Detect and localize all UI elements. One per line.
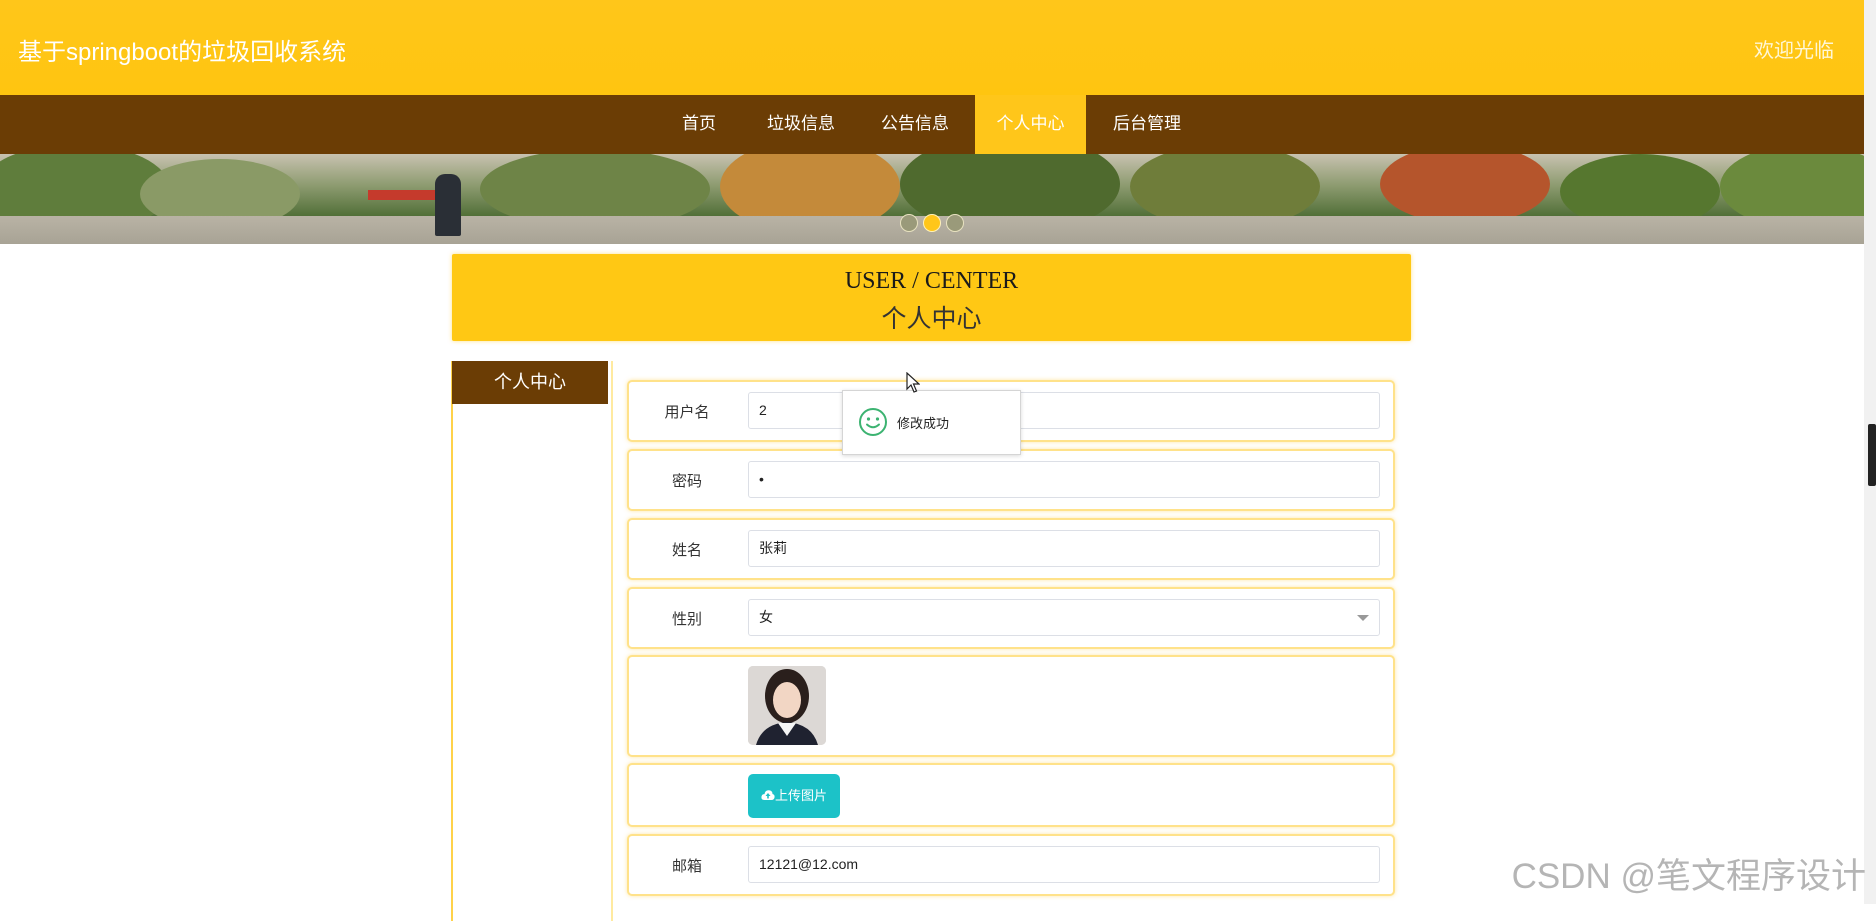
form-row-photo <box>627 655 1395 757</box>
nav-announcements[interactable]: 公告信息 <box>871 95 959 154</box>
sidebar-panel <box>451 361 613 921</box>
mouse-cursor-icon <box>906 372 920 393</box>
name-input[interactable]: 张莉 <box>748 530 1380 567</box>
nav-garbage-info[interactable]: 垃圾信息 <box>757 95 845 154</box>
email-input[interactable]: 12121@12.com <box>748 846 1380 883</box>
carousel-dot-2[interactable] <box>923 214 941 232</box>
gender-select[interactable]: 女 <box>748 599 1380 636</box>
email-label: 邮箱 <box>671 858 702 875</box>
form-row-password: 密码 • <box>627 449 1395 511</box>
name-label: 姓名 <box>671 542 702 559</box>
avatar-image <box>748 666 826 745</box>
nav-home[interactable]: 首页 <box>668 95 730 154</box>
smiley-icon <box>859 408 887 436</box>
chevron-down-icon <box>1357 615 1369 621</box>
gender-label: 性别 <box>671 611 702 628</box>
form-row-name: 姓名 张莉 <box>627 518 1395 580</box>
welcome-text: 欢迎光临 <box>1754 40 1834 62</box>
form-row-gender: 性别 女 <box>627 587 1395 649</box>
section-header: USER / CENTER 个人中心 <box>452 254 1411 341</box>
upload-image-button[interactable]: 上传图片 <box>748 774 840 818</box>
password-input[interactable]: • <box>748 461 1380 498</box>
section-title-en: USER / CENTER <box>844 268 1019 294</box>
password-label: 密码 <box>671 473 702 490</box>
page-scrollbar[interactable] <box>1864 0 1876 904</box>
carousel-dot-1[interactable] <box>900 214 918 232</box>
nav-admin[interactable]: 后台管理 <box>1103 95 1191 154</box>
gender-selected-value: 女 <box>759 609 773 625</box>
success-toast: 修改成功 <box>842 390 1021 455</box>
toast-message: 修改成功 <box>897 416 950 431</box>
csdn-watermark: CSDN @笔文程序设计 <box>1511 857 1866 896</box>
top-header: 基于springboot的垃圾回收系统 欢迎光临 <box>0 0 1864 95</box>
form-row-upload: 上传图片 <box>627 763 1395 827</box>
carousel-dot-3[interactable] <box>946 214 964 232</box>
sidebar-item-personal-center[interactable]: 个人中心 <box>452 361 608 404</box>
main-nav: 首页 垃圾信息 公告信息 个人中心 后台管理 <box>0 95 1864 154</box>
nav-personal-center[interactable]: 个人中心 <box>975 95 1086 154</box>
scrollbar-thumb[interactable] <box>1868 424 1876 486</box>
site-title: 基于springboot的垃圾回收系统 <box>18 39 347 66</box>
section-title-cn: 个人中心 <box>881 306 982 333</box>
cloud-upload-icon <box>761 790 775 800</box>
upload-label: 上传图片 <box>774 788 827 803</box>
username-label: 用户名 <box>664 404 710 421</box>
avatar-photo <box>748 666 826 745</box>
form-row-email: 邮箱 12121@12.com <box>627 834 1395 896</box>
